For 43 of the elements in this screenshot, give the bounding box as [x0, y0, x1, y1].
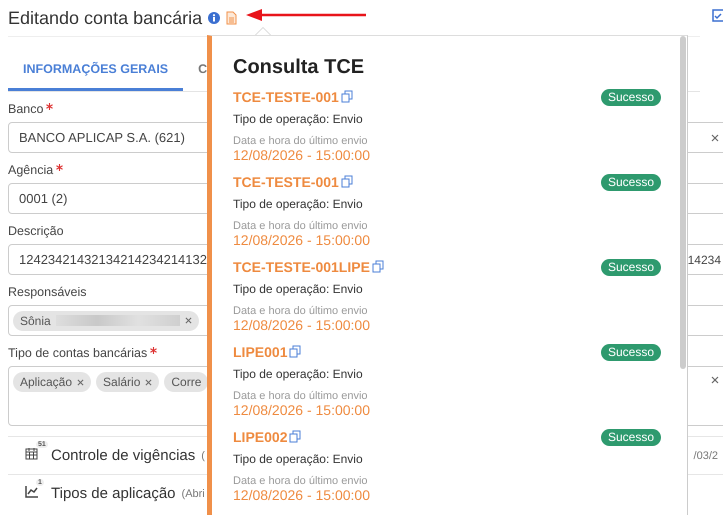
operation-text: Tipo de operação: Envio	[233, 197, 364, 211]
operation-text: Tipo de operação: Envio	[233, 112, 364, 126]
tce-code: LIPE001	[233, 344, 288, 360]
date-label: Data e hora do último envio	[233, 305, 369, 317]
page-title: Editando conta bancária	[8, 8, 202, 28]
operation-text: Tipo de operação: Envio	[233, 282, 364, 296]
field-value: BANCO APLICAP S.A. (621)	[19, 130, 185, 145]
date-value: 12/08/2026 - 15:00:00	[233, 232, 372, 248]
tce-code: TCE-TESTE-001	[233, 89, 339, 105]
status-badge: Sucesso	[600, 344, 661, 360]
field-label: Agência	[8, 163, 54, 177]
date-text: /03/2	[694, 450, 719, 462]
tce-code: TCE-TESTE-001LIPE	[233, 259, 370, 275]
date-label: Data e hora do último envio	[233, 390, 369, 402]
status-badge: Sucesso	[600, 258, 661, 276]
tag: Aplicação	[13, 372, 92, 392]
field-value: 0001 (2)	[19, 191, 68, 206]
field-label: Banco	[8, 102, 44, 116]
field-label: Tipo de contas bancárias	[8, 346, 148, 360]
popover-title: Consulta TCE	[233, 56, 366, 79]
operation-text: Tipo de operação: Envio	[233, 452, 364, 466]
date-value: 12/08/2026 - 15:00:00	[233, 487, 372, 503]
tce-code: LIPE002	[233, 429, 288, 445]
field-label: Responsáveis	[8, 285, 87, 299]
status-badge: Sucesso	[600, 174, 661, 190]
field-label: Descrição	[8, 224, 64, 238]
section-hint: (Abri	[182, 488, 205, 500]
status-badge: Sucesso	[600, 88, 661, 106]
operation-text: Tipo de operação: Envio	[233, 367, 364, 381]
date-value: 12/08/2026 - 15:00:00	[233, 402, 372, 418]
date-label: Data e hora do último envio	[233, 475, 369, 487]
section-hint: (	[201, 450, 205, 462]
date-value: 12/08/2026 - 15:00:00	[233, 317, 372, 333]
status-badge: Sucesso	[600, 428, 661, 446]
tag: Corre	[164, 372, 208, 392]
date-label: Data e hora do último envio	[233, 220, 369, 232]
tce-code: TCE-TESTE-001	[233, 174, 339, 190]
date-value: 12/08/2026 - 15:00:00	[233, 147, 372, 163]
date-label: Data e hora do último envio	[233, 135, 369, 147]
field-value: 12423421432134214234214132	[19, 252, 207, 267]
tag: Salário	[96, 372, 160, 392]
tag: Sônia	[13, 310, 199, 330]
field-value: 14234	[688, 252, 721, 266]
